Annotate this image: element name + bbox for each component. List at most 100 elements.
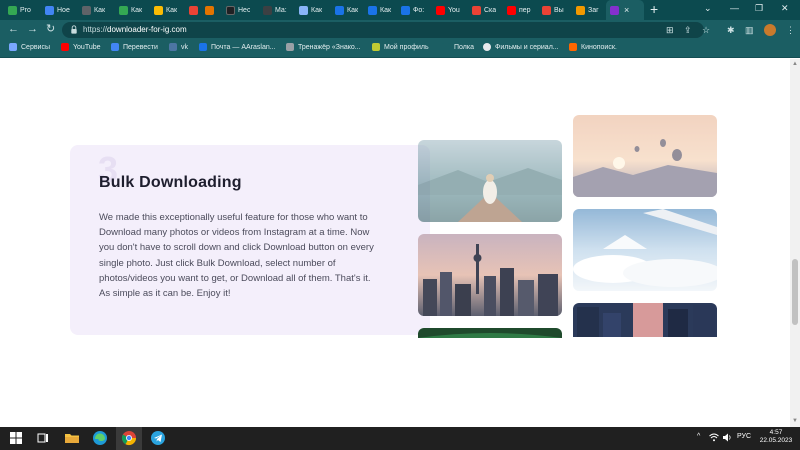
tab-4[interactable]: Как (115, 0, 148, 20)
tab-3[interactable]: Как (78, 0, 111, 20)
tab-15[interactable]: Ска (468, 0, 501, 20)
tab-label: Заг (588, 6, 599, 14)
telegram-icon[interactable] (150, 430, 166, 446)
tab-favicon (299, 5, 308, 15)
tab-9[interactable]: Ма: (259, 0, 292, 20)
tab-search-icon[interactable]: ⌄ (704, 3, 712, 14)
tab-favicon (368, 5, 377, 15)
photo-hot-air-balloons (573, 115, 717, 197)
tab-12[interactable]: Как (364, 0, 397, 20)
feature-title: Bulk Downloading (99, 174, 242, 191)
page-scrollbar[interactable] (790, 59, 800, 427)
volume-icon[interactable] (722, 433, 732, 442)
forward-button[interactable]: → (27, 23, 38, 36)
url-domain: downloader-for-ig.com (107, 25, 187, 34)
tab-label: You (448, 6, 460, 14)
restore-button[interactable]: ❐ (755, 3, 763, 14)
tab-favicon (436, 5, 445, 15)
bookmark-kinopoisk[interactable]: Кинопоиск. (569, 43, 617, 51)
reload-button[interactable]: ↻ (46, 23, 55, 36)
menu-icon[interactable]: ⋮ (786, 25, 795, 36)
wifi-icon[interactable] (709, 433, 719, 442)
tab-favicon (189, 5, 198, 15)
side-panel-icon[interactable]: ▥ (745, 25, 754, 36)
tab-7[interactable] (201, 0, 219, 20)
scrollbar-thumb[interactable] (792, 259, 798, 325)
tab-label: Как (347, 6, 359, 14)
scroll-up-arrow-icon[interactable]: ▲ (792, 61, 798, 67)
bookmark-films[interactable]: Фильмы и сериал... (483, 43, 559, 51)
url-text[interactable]: https://downloader-for-ig.com (83, 25, 187, 34)
bookmark-label: Полка (454, 43, 474, 51)
close-window-button[interactable]: ✕ (781, 3, 789, 14)
shield-icon (286, 43, 294, 51)
tab-label: Pro (20, 6, 31, 14)
windows-start-icon[interactable] (8, 430, 24, 446)
tab-label: Как (380, 6, 392, 14)
new-tab-button[interactable]: + (650, 2, 658, 16)
tab-label: Как (166, 6, 178, 14)
tab-favicon (82, 5, 91, 15)
tab-6[interactable] (185, 0, 201, 20)
back-button[interactable]: ← (8, 23, 19, 36)
apps-grid-icon (9, 43, 17, 51)
bookmark-star-icon[interactable]: ☆ (702, 25, 710, 36)
tab-favicon (8, 5, 17, 15)
task-view-icon[interactable] (35, 430, 51, 446)
tab-17[interactable]: Вы (538, 0, 571, 20)
tab-label: Hoe (57, 6, 70, 14)
bookmark-trainer[interactable]: Тренажёр «Знако... (286, 43, 361, 51)
tab-5[interactable]: Как (150, 0, 183, 20)
bookmark-label: vk (181, 43, 188, 51)
tab-18[interactable]: Заг (572, 0, 605, 20)
bookmark-services[interactable]: Сервисы (9, 43, 50, 51)
tab-1[interactable]: Pro (4, 0, 37, 20)
bookmark-youtube[interactable]: YouTube (61, 43, 101, 51)
tray-overflow-icon[interactable]: ^ (697, 433, 700, 440)
tab-favicon (205, 5, 214, 15)
bookmark-mail[interactable]: Почта — AAraslan... (199, 43, 276, 51)
tab-8[interactable]: Hec (222, 0, 255, 20)
tab-favicon (472, 5, 481, 15)
tab-strip: Pro Hoe Как Как Как Hec Ма: Как Как Как … (0, 0, 800, 20)
tab-label: Ска (484, 6, 497, 14)
file-explorer-icon[interactable] (64, 430, 80, 446)
translate-icon[interactable]: ⊞ (666, 25, 674, 36)
tab-active[interactable]: × (606, 0, 644, 20)
profile-icon (372, 43, 380, 51)
tab-favicon (226, 5, 235, 15)
bookmark-profile[interactable]: Мой профиль (372, 43, 429, 51)
bookmark-shelf[interactable]: Полка (442, 43, 474, 51)
globe-icon (483, 43, 491, 51)
share-icon[interactable]: ⇪ (684, 25, 692, 36)
tab-2[interactable]: Hoe (41, 0, 74, 20)
kinopoisk-icon (569, 43, 577, 51)
edge-browser-icon[interactable] (92, 430, 108, 446)
photo-city-skyline (418, 234, 562, 316)
clock-time: 4:57 (769, 429, 783, 436)
minimize-button[interactable]: — (730, 3, 739, 13)
tab-close-icon[interactable]: × (624, 5, 629, 15)
bookmark-label: Почта — AAraslan... (211, 43, 276, 51)
youtube-icon (61, 43, 69, 51)
tab-11[interactable]: Как (331, 0, 364, 20)
bookmark-label: Тренажёр «Знако... (298, 43, 361, 51)
lock-icon (71, 25, 77, 34)
bookmark-vk[interactable]: vk (169, 43, 188, 51)
tab-favicon (263, 5, 272, 15)
tab-13[interactable]: Фо: (397, 0, 430, 20)
url-prefix: https:// (83, 25, 108, 34)
scroll-down-arrow-icon[interactable]: ▼ (792, 418, 798, 424)
tab-16[interactable]: пер (503, 0, 536, 20)
language-indicator[interactable]: РУС (737, 433, 751, 440)
chrome-icon[interactable] (121, 430, 137, 446)
tab-10[interactable]: Как (295, 0, 328, 20)
tab-label: Как (94, 6, 106, 14)
tab-14[interactable]: You (432, 0, 465, 20)
system-clock[interactable]: 4:57 22.05.2023 (756, 429, 796, 445)
extensions-icon[interactable]: ✱ (727, 25, 735, 36)
bookmark-label: Мой профиль (384, 43, 429, 51)
bookmark-translate[interactable]: Перевести (111, 43, 158, 51)
tab-favicon (154, 5, 163, 15)
profile-avatar[interactable] (764, 24, 776, 36)
